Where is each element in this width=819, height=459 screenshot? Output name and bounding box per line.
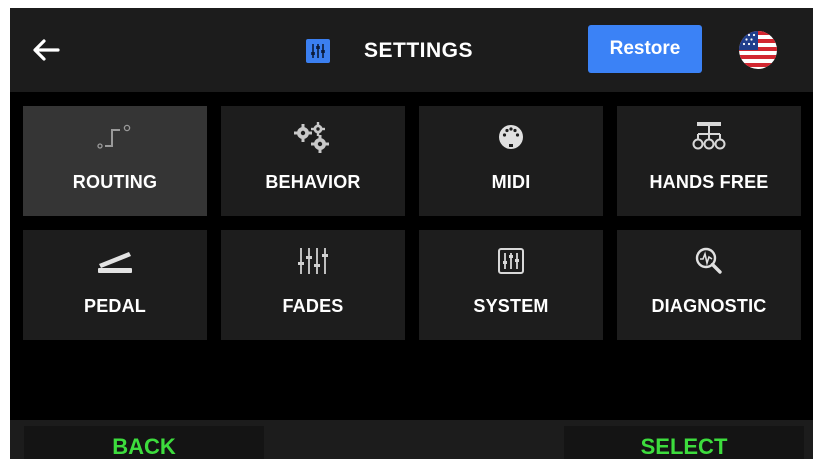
back-arrow-icon[interactable]: [28, 32, 64, 68]
gears-icon: [221, 120, 405, 154]
tile-label: BEHAVIOR: [265, 172, 361, 192]
diagnostic-icon: [617, 244, 801, 278]
tile-label: PEDAL: [83, 296, 146, 316]
tile-label: ROUTING: [72, 172, 158, 192]
tile-diagnostic[interactable]: DIAGNOSTIC: [617, 230, 801, 340]
faders-icon: [221, 244, 405, 278]
tile-hands-free[interactable]: HANDS FREE: [617, 106, 801, 216]
midi-connector-icon: [419, 120, 603, 154]
system-icon: [419, 244, 603, 278]
tile-behavior[interactable]: BEHAVIOR: [221, 106, 405, 216]
header-bar: SETTINGS Restore: [10, 8, 813, 92]
pedal-icon: [23, 244, 207, 278]
restore-button[interactable]: Restore: [588, 25, 702, 73]
tile-routing[interactable]: ROUTING: [23, 106, 207, 216]
tile-label: HANDS FREE: [649, 172, 769, 192]
tile-midi[interactable]: MIDI: [419, 106, 603, 216]
system-icon: [306, 39, 330, 63]
tile-label: DIAGNOSTIC: [651, 296, 767, 316]
tile-label: FADES: [282, 296, 344, 316]
select-button[interactable]: SELECT: [564, 426, 804, 459]
tile-fades[interactable]: FADES: [221, 230, 405, 340]
tile-system[interactable]: SYSTEM: [419, 230, 603, 340]
footer-bar: BACK SELECT: [10, 420, 813, 459]
page-title: SETTINGS: [364, 39, 474, 62]
tile-pedal[interactable]: PEDAL: [23, 230, 207, 340]
tile-label: SYSTEM: [473, 296, 549, 316]
back-button[interactable]: BACK: [24, 426, 264, 459]
settings-screen: SETTINGS Restore ROUTING BEHAVIOR MIDI H…: [10, 8, 813, 459]
tile-label: MIDI: [491, 172, 531, 192]
us-flag-icon[interactable]: [738, 30, 778, 70]
page-title-group: SETTINGS: [306, 34, 473, 68]
hands-free-icon: [617, 120, 801, 154]
routing-icon: [23, 120, 207, 154]
